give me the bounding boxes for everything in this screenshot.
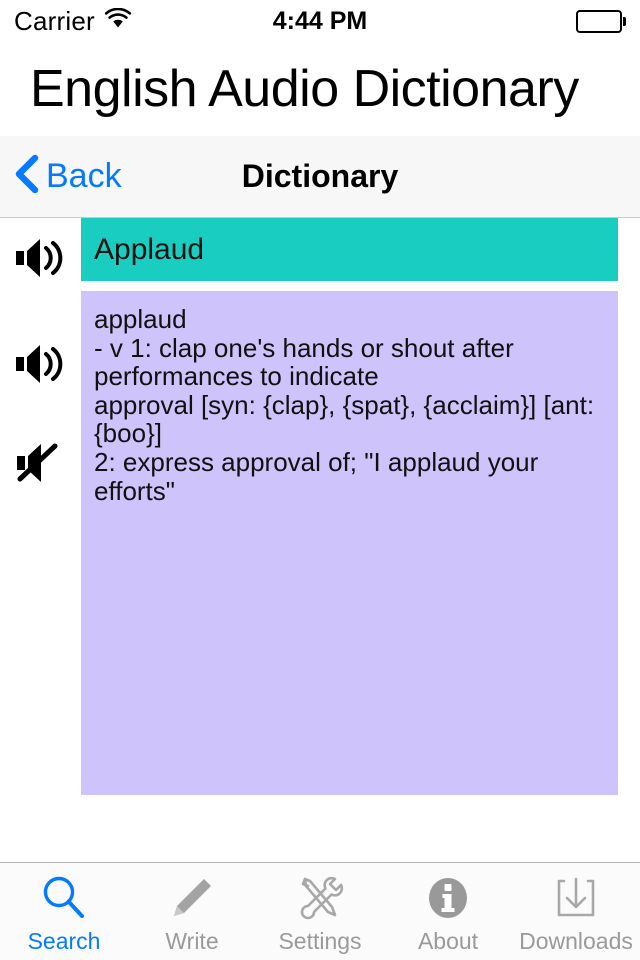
tab-settings-label: Settings [278,928,362,954]
stop-audio-button[interactable] [14,440,62,491]
definition-text: applaud - v 1: clap one's hands or shout… [94,304,595,506]
audio-control-column [0,218,81,862]
tools-icon [294,872,346,924]
tab-write[interactable]: Write [128,863,256,960]
battery-nub-icon [623,16,626,26]
tab-settings[interactable]: Settings [256,863,384,960]
app-title-bar: English Audio Dictionary [0,42,640,136]
play-definition-audio-button[interactable] [14,341,67,392]
navigation-bar: Back Dictionary [0,136,640,218]
chevron-left-icon [14,153,40,200]
battery-full-icon [575,9,622,33]
tab-write-label: Write [165,928,219,954]
status-bar: Carrier 4:44 PM [0,0,640,42]
status-bar-right [575,9,626,33]
dictionary-entry-content: Applaud applaud - v 1: clap one's hands … [0,218,640,862]
status-bar-time: 4:44 PM [272,6,368,35]
back-button[interactable]: Back [14,153,122,200]
tab-downloads-label: Downloads [519,928,633,954]
app-title: English Audio Dictionary [30,60,579,118]
tab-search[interactable]: Search [0,863,128,960]
word-header-text: Applaud [94,232,205,266]
info-circle-icon [423,872,473,924]
definition-panel[interactable]: applaud - v 1: clap one's hands or shout… [81,291,618,795]
pencil-icon [167,872,217,924]
back-button-label: Back [46,157,122,195]
word-header-banner[interactable]: Applaud [81,218,618,281]
tab-about-label: About [417,928,479,954]
tab-bar: Search Write Settings About Downloads [0,862,640,960]
play-word-audio-button[interactable] [14,235,67,286]
tab-search-label: Search [27,928,101,954]
download-icon [551,872,601,924]
tab-about[interactable]: About [384,863,512,960]
entry-panels: Applaud applaud - v 1: clap one's hands … [81,218,618,795]
tab-downloads[interactable]: Downloads [512,863,640,960]
magnifier-icon [39,872,89,924]
